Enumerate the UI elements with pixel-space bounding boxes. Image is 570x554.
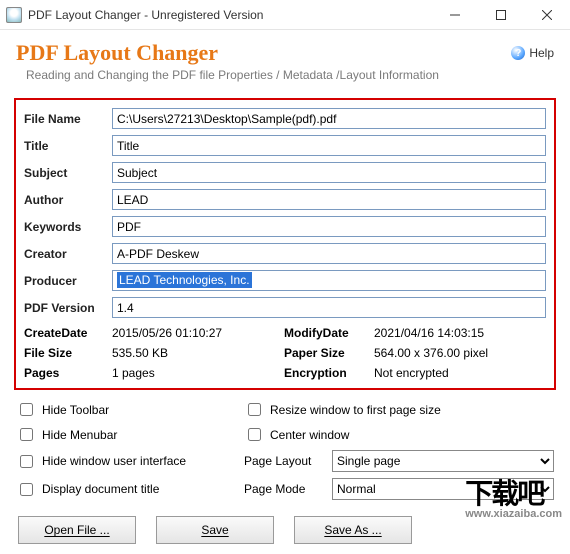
hide-toolbar-checkbox[interactable]: Hide Toolbar xyxy=(16,400,244,419)
hide-menubar-checkbox[interactable]: Hide Menubar xyxy=(16,425,244,444)
options-area: Hide Toolbar Resize window to first page… xyxy=(16,400,554,500)
keywords-input[interactable] xyxy=(112,216,546,237)
papersize-label: Paper Size xyxy=(284,346,374,360)
window-title: PDF Layout Changer - Unregistered Versio… xyxy=(28,8,432,22)
close-button[interactable] xyxy=(524,0,570,30)
save-as-button[interactable]: Save As ... xyxy=(294,516,412,544)
hide-window-ui-label: Hide window user interface xyxy=(42,454,186,468)
hide-window-ui-checkbox[interactable]: Hide window user interface xyxy=(16,450,244,472)
center-window-label: Center window xyxy=(270,428,349,442)
createdate-value: 2015/05/26 01:10:27 xyxy=(112,326,284,340)
pages-label: Pages xyxy=(24,366,112,380)
hide-toolbar-input[interactable] xyxy=(20,403,33,416)
subject-label: Subject xyxy=(24,166,112,180)
display-doc-title-input[interactable] xyxy=(20,483,33,496)
open-file-button[interactable]: Open File ... xyxy=(18,516,136,544)
app-subtitle: Reading and Changing the PDF file Proper… xyxy=(26,68,554,82)
pagelayout-label: Page Layout xyxy=(244,454,324,468)
center-window-input[interactable] xyxy=(248,428,261,441)
filesize-label: File Size xyxy=(24,346,112,360)
pdfversion-label: PDF Version xyxy=(24,301,112,315)
producer-input[interactable] xyxy=(112,270,546,291)
filename-label: File Name xyxy=(24,112,112,126)
properties-group: File Name Title Subject Author Keywords … xyxy=(14,98,556,390)
pages-value: 1 pages xyxy=(112,366,284,380)
app-icon xyxy=(6,7,22,23)
help-link[interactable]: ? Help xyxy=(511,46,554,60)
author-label: Author xyxy=(24,193,112,207)
creator-label: Creator xyxy=(24,247,112,261)
createdate-label: CreateDate xyxy=(24,326,112,340)
display-doc-title-checkbox[interactable]: Display document title xyxy=(16,478,244,500)
pdfversion-input[interactable] xyxy=(112,297,546,318)
window-titlebar: PDF Layout Changer - Unregistered Versio… xyxy=(0,0,570,30)
display-doc-title-label: Display document title xyxy=(42,482,159,496)
modifydate-value: 2021/04/16 14:03:15 xyxy=(374,326,546,340)
resize-window-input[interactable] xyxy=(248,403,261,416)
pagemode-select[interactable]: Normal xyxy=(332,478,554,500)
encryption-value: Not encrypted xyxy=(374,366,546,380)
title-input[interactable] xyxy=(112,135,546,156)
papersize-value: 564.00 x 376.00 pixel xyxy=(374,346,546,360)
title-label: Title xyxy=(24,139,112,153)
modifydate-label: ModifyDate xyxy=(284,326,374,340)
save-button[interactable]: Save xyxy=(156,516,274,544)
filename-input[interactable] xyxy=(112,108,546,129)
resize-window-checkbox[interactable]: Resize window to first page size xyxy=(244,400,554,419)
encryption-label: Encryption xyxy=(284,366,374,380)
resize-window-label: Resize window to first page size xyxy=(270,403,441,417)
button-bar: Open File ... Save Save As ... xyxy=(0,500,570,554)
hide-toolbar-label: Hide Toolbar xyxy=(42,403,109,417)
pagelayout-select[interactable]: Single page xyxy=(332,450,554,472)
app-header: PDF Layout Changer ? Help Reading and Ch… xyxy=(0,30,570,88)
keywords-label: Keywords xyxy=(24,220,112,234)
subject-input[interactable] xyxy=(112,162,546,183)
hide-menubar-input[interactable] xyxy=(20,428,33,441)
help-icon: ? xyxy=(511,46,525,60)
producer-label: Producer xyxy=(24,274,112,288)
filesize-value: 535.50 KB xyxy=(112,346,284,360)
creator-input[interactable] xyxy=(112,243,546,264)
minimize-button[interactable] xyxy=(432,0,478,30)
author-input[interactable] xyxy=(112,189,546,210)
info-grid: CreateDate 2015/05/26 01:10:27 ModifyDat… xyxy=(24,326,546,380)
center-window-checkbox[interactable]: Center window xyxy=(244,425,554,444)
hide-window-ui-input[interactable] xyxy=(20,455,33,468)
pagemode-label: Page Mode xyxy=(244,482,324,496)
help-label: Help xyxy=(529,46,554,60)
maximize-button[interactable] xyxy=(478,0,524,30)
hide-menubar-label: Hide Menubar xyxy=(42,428,117,442)
app-title: PDF Layout Changer xyxy=(16,40,511,66)
